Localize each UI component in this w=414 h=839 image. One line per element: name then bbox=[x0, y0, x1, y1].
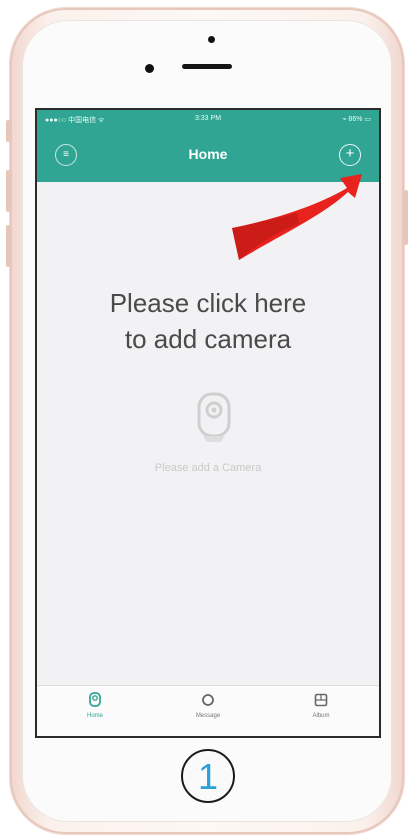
power-button bbox=[404, 190, 408, 245]
page-title: Home bbox=[188, 146, 228, 162]
battery-status: ⌁ 86% ▭ bbox=[342, 116, 371, 123]
step-number: 1 bbox=[197, 756, 219, 797]
home-button[interactable]: 1 bbox=[181, 749, 235, 803]
camera-icon bbox=[197, 392, 231, 442]
add-camera-button[interactable]: + bbox=[339, 144, 361, 166]
tab-album-label: Album bbox=[312, 713, 330, 719]
empty-state-text: Please add a Camera bbox=[154, 462, 262, 474]
proximity-sensor bbox=[145, 64, 154, 73]
camera-icon bbox=[89, 692, 101, 707]
tab-album[interactable]: Album bbox=[291, 692, 351, 719]
red-arrow-annotation bbox=[232, 174, 362, 260]
status-bar: ●●●○○ 中国电信 ᯤ 3:33 PM ⌁ 86% ▭ bbox=[37, 110, 379, 128]
tab-message[interactable]: Message bbox=[178, 692, 238, 719]
add-icon: + bbox=[345, 145, 355, 162]
silent-switch bbox=[6, 120, 10, 142]
tab-bar: Home Message Album bbox=[37, 685, 379, 736]
status-time: 3:33 PM bbox=[194, 115, 222, 122]
volume-up-button bbox=[6, 170, 10, 212]
instruction-text: Please click here to add camera bbox=[37, 285, 379, 357]
instruction-line-2: to add camera bbox=[124, 324, 292, 354]
front-camera bbox=[208, 36, 215, 43]
arrow-shadow bbox=[232, 213, 299, 260]
tab-home[interactable]: Home bbox=[65, 692, 125, 719]
tab-home-label: Home bbox=[86, 713, 103, 719]
volume-down-button bbox=[6, 225, 10, 267]
earpiece-speaker bbox=[182, 64, 232, 69]
instruction-line-1: Please click here bbox=[109, 288, 307, 318]
album-icon bbox=[314, 693, 328, 707]
tab-message-label: Message bbox=[195, 713, 221, 719]
app-screen: ●●●○○ 中国电信 ᯤ 3:33 PM ⌁ 86% ▭ ≡ Home + Pl… bbox=[37, 110, 379, 736]
message-icon bbox=[202, 694, 214, 706]
